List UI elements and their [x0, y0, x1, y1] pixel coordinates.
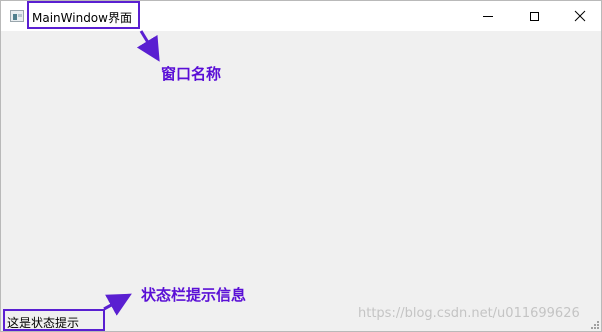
- title-highlight-box: [27, 1, 140, 29]
- maximize-button[interactable]: [511, 1, 557, 31]
- resize-grip-icon[interactable]: [590, 320, 600, 330]
- main-window: MainWindow界面 这是状态提示: [0, 0, 602, 332]
- minimize-button[interactable]: [465, 1, 511, 31]
- close-icon: [574, 10, 586, 22]
- status-annotation: 状态栏提示信息: [141, 286, 247, 304]
- close-button[interactable]: [557, 1, 602, 31]
- status-highlight-box: [3, 309, 105, 331]
- maximize-icon: [529, 11, 539, 21]
- app-icon: [10, 10, 24, 22]
- title-bar[interactable]: MainWindow界面: [1, 1, 601, 31]
- minimize-icon: [483, 15, 493, 17]
- watermark: https://blog.csdn.net/u011699626: [358, 306, 580, 321]
- title-annotation: 窗口名称: [161, 65, 222, 83]
